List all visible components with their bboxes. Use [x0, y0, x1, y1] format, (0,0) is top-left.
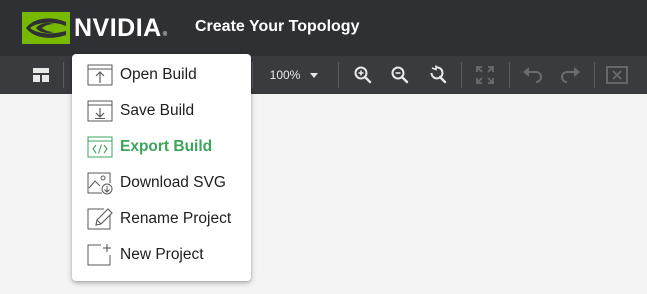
toolbar-divider [509, 62, 510, 88]
save-build-icon [87, 100, 113, 122]
nvidia-logo[interactable]: NVIDIA ® [22, 12, 167, 44]
menu-item-new-project[interactable]: New Project [72, 237, 251, 273]
fit-screen-icon [476, 66, 494, 84]
page-title: Create Your Topology [195, 18, 360, 35]
zoom-reset-button[interactable] [424, 56, 452, 94]
toolbar-divider [338, 62, 339, 88]
zoom-out-icon [391, 66, 409, 84]
menu-item-label: New Project [120, 246, 204, 263]
zoom-select[interactable]: 100% [258, 56, 330, 94]
zoom-in-icon [354, 66, 372, 84]
export-build-icon [87, 136, 113, 158]
download-svg-icon [87, 172, 113, 195]
new-project-icon [87, 244, 111, 266]
redo-icon [561, 67, 580, 83]
zoom-reset-icon [430, 65, 447, 84]
menu-item-export-build[interactable]: Export Build [72, 129, 251, 165]
layout-icon [33, 68, 49, 82]
brand-mark: ® [162, 32, 168, 38]
menu-item-save-build[interactable]: Save Build [72, 93, 251, 129]
menu-item-download-svg[interactable]: Download SVG [72, 165, 251, 201]
toolbar-divider [461, 62, 462, 88]
menu-item-label: Rename Project [120, 210, 232, 227]
app-header: NVIDIA ® Create Your Topology [0, 0, 647, 56]
clear-icon [606, 66, 628, 84]
toolbar-divider [63, 62, 64, 88]
open-build-icon [87, 64, 113, 86]
layout-button[interactable] [24, 56, 58, 94]
zoom-out-button[interactable] [386, 56, 414, 94]
menu-item-label: Open Build [120, 66, 197, 83]
menu-item-label: Export Build [120, 138, 213, 155]
menu-item-rename-project[interactable]: Rename Project [72, 201, 251, 237]
nvidia-eye-icon [22, 12, 70, 44]
menu-item-label: Save Build [120, 102, 195, 119]
rename-project-icon [87, 208, 113, 230]
fit-screen-button[interactable] [471, 56, 499, 94]
zoom-in-button[interactable] [349, 56, 377, 94]
clear-button[interactable] [603, 56, 631, 94]
redo-button[interactable] [556, 56, 584, 94]
chevron-down-icon [310, 72, 319, 78]
brand-name: NVIDIA [74, 13, 162, 42]
menu-item-open-build[interactable]: Open Build [72, 57, 251, 93]
undo-button[interactable] [519, 56, 547, 94]
toolbar-divider [252, 62, 253, 88]
undo-icon [523, 67, 542, 83]
toolbar-divider [594, 62, 595, 88]
file-menu: Open Build Save Build Export Build Downl… [72, 54, 251, 281]
zoom-value: 100% [269, 68, 301, 82]
menu-item-label: Download SVG [120, 174, 226, 191]
